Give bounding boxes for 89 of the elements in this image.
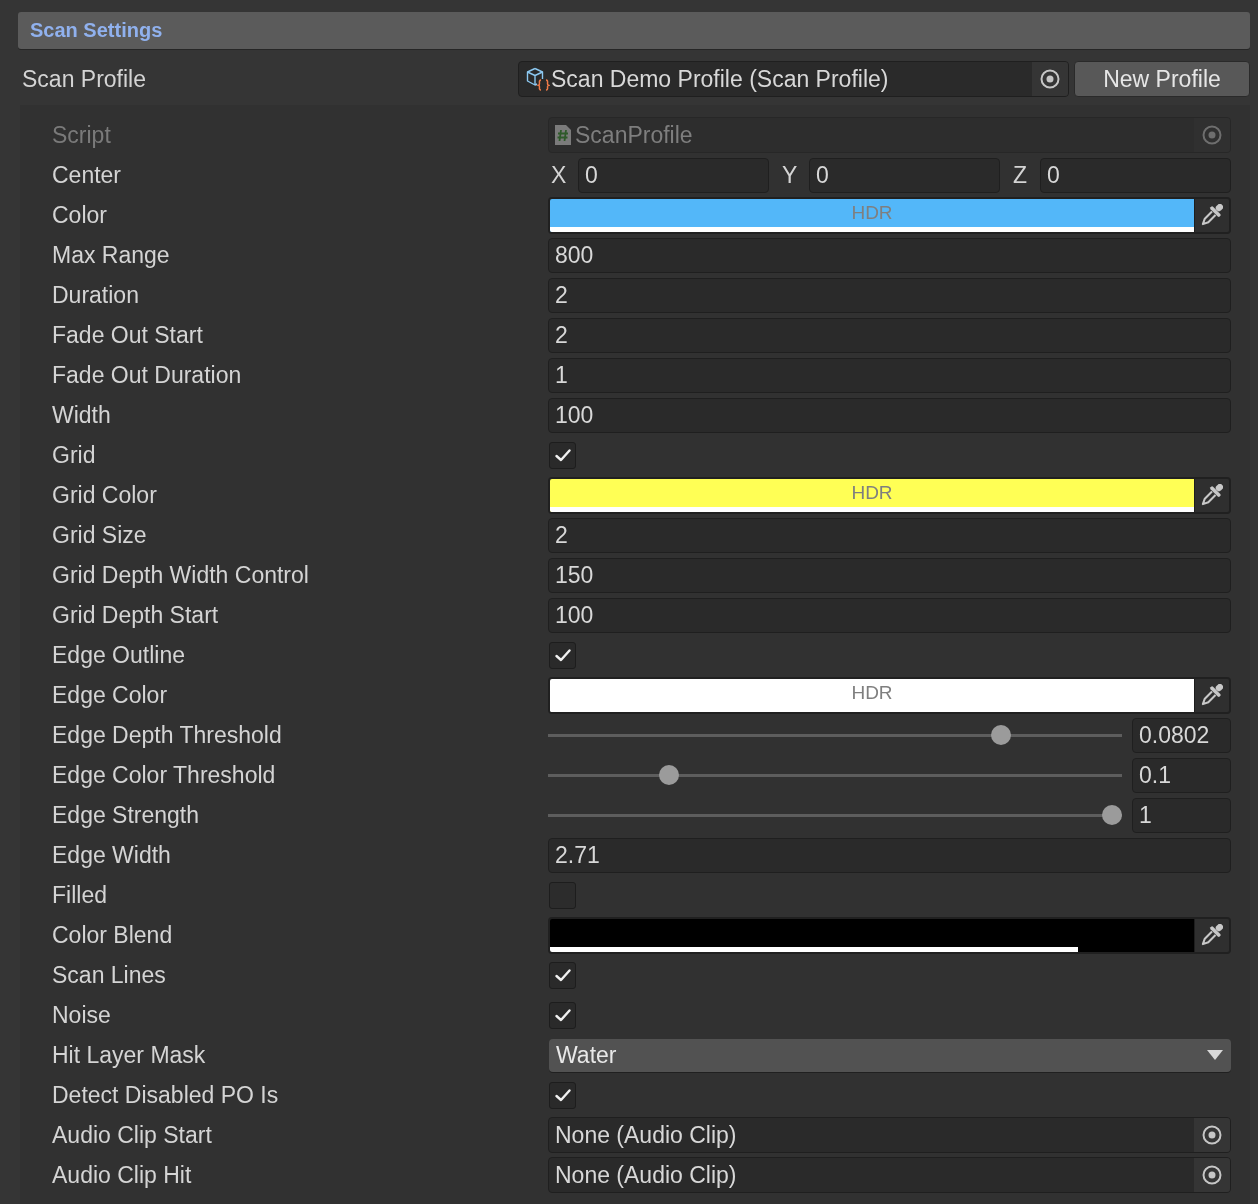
property-label: Script [52, 121, 111, 149]
axis-label: Z [1012, 161, 1029, 189]
number-field[interactable]: 2 [548, 517, 1231, 553]
property-label: Scan Profile [21, 66, 147, 93]
property-label: Color Blend [52, 921, 173, 949]
property-label: Audio Clip Start [52, 1121, 212, 1149]
new-profile-button[interactable]: New Profile [1074, 61, 1250, 97]
property-label: Noise [52, 1001, 111, 1029]
target-icon [1202, 1165, 1222, 1185]
property-label: Max Range [52, 241, 170, 269]
checkbox[interactable] [549, 1081, 576, 1109]
section-header: Scan Settings [18, 12, 1250, 49]
property-label: Grid Size [52, 521, 147, 549]
number-field[interactable]: 0 [1040, 157, 1231, 193]
axis-label: Y [781, 161, 799, 189]
eyedropper-icon [1201, 204, 1223, 226]
eyedropper-icon [1201, 684, 1223, 706]
property-label: Audio Clip Hit [52, 1161, 192, 1189]
eyedropper-icon [1201, 484, 1223, 506]
property-label: Grid Color [52, 481, 157, 509]
property-label: Grid Depth Width Control [52, 561, 309, 589]
property-label: Grid Depth Start [52, 601, 219, 629]
field-value: None (Audio Clip) [554, 1161, 738, 1189]
check-icon [554, 448, 571, 462]
object-picker-button[interactable] [1194, 1158, 1230, 1192]
field-value: ScanProfile [574, 121, 694, 149]
property-label: Scan Lines [52, 961, 166, 989]
property-label: Edge Outline [52, 641, 185, 669]
number-field[interactable]: 1 [548, 357, 1231, 393]
number-field[interactable]: 0 [809, 157, 1000, 193]
color-swatch[interactable]: HDR [550, 678, 1194, 712]
eyedropper-icon [1201, 924, 1223, 946]
axis-label: X [550, 161, 568, 189]
number-field[interactable]: 800 [548, 237, 1231, 273]
hdr-label: HDR [851, 201, 893, 224]
check-icon [554, 968, 571, 982]
field-value: None (Audio Clip) [554, 1121, 738, 1149]
cube-icon [526, 67, 550, 91]
number-field[interactable]: 1 [1132, 797, 1231, 833]
property-label: Detect Disabled PO Is [52, 1081, 279, 1109]
property-label: Width [52, 401, 111, 429]
number-field[interactable]: 0 [578, 157, 769, 193]
number-field[interactable]: 100 [548, 597, 1231, 633]
property-label: Fade Out Start [52, 321, 203, 349]
number-field[interactable]: 0.0802 [1132, 717, 1231, 753]
slider-thumb[interactable] [658, 765, 679, 785]
object-picker-button[interactable] [1032, 62, 1068, 96]
checkbox[interactable] [549, 1001, 576, 1029]
property-label: Edge Width [52, 841, 171, 869]
checkbox[interactable] [549, 441, 576, 469]
property-label: Fade Out Duration [52, 361, 242, 389]
target-icon [1040, 69, 1060, 89]
object-picker-button[interactable] [1194, 1118, 1230, 1152]
number-field[interactable]: 2 [548, 317, 1231, 353]
checkbox[interactable] [549, 641, 576, 669]
hdr-label: HDR [851, 681, 893, 704]
property-label: Edge Color Threshold [52, 761, 276, 789]
color-swatch[interactable]: HDR [550, 478, 1194, 512]
number-field[interactable]: 0.1 [1132, 757, 1231, 793]
property-label: Edge Color [52, 681, 168, 709]
number-field[interactable]: 100 [548, 397, 1231, 433]
number-field[interactable]: 2.71 [548, 837, 1231, 873]
property-label: Color [52, 201, 107, 229]
property-label: Center [52, 161, 122, 189]
hdr-label: HDR [851, 481, 893, 504]
object-field[interactable]: Scan Demo Profile (Scan Profile) [518, 61, 1069, 97]
object-field[interactable]: None (Audio Clip) [548, 1117, 1231, 1153]
dropdown[interactable]: Water [549, 1038, 1231, 1072]
property-label: Duration [52, 281, 139, 309]
color-swatch[interactable] [550, 918, 1194, 952]
field-value: Scan Demo Profile (Scan Profile) [550, 65, 890, 93]
property-label: Edge Strength [52, 801, 200, 829]
number-field[interactable]: 2 [548, 277, 1231, 313]
target-icon [1202, 1125, 1222, 1145]
check-icon [554, 1008, 571, 1022]
slider-thumb[interactable] [991, 725, 1012, 745]
target-icon [1202, 125, 1222, 145]
slider-thumb[interactable] [1102, 805, 1122, 825]
number-field[interactable]: 150 [548, 557, 1231, 593]
property-label: Filled [52, 881, 107, 909]
check-icon [554, 648, 571, 662]
property-label: Hit Layer Mask [52, 1041, 206, 1069]
property-label: Edge Depth Threshold [52, 721, 282, 749]
caret-icon [1207, 1050, 1223, 1060]
check-icon [554, 1088, 571, 1102]
property-label: Grid [52, 441, 96, 469]
object-field[interactable]: None (Audio Clip) [548, 1157, 1231, 1193]
checkbox[interactable] [549, 961, 576, 989]
script-file-icon [554, 124, 572, 146]
